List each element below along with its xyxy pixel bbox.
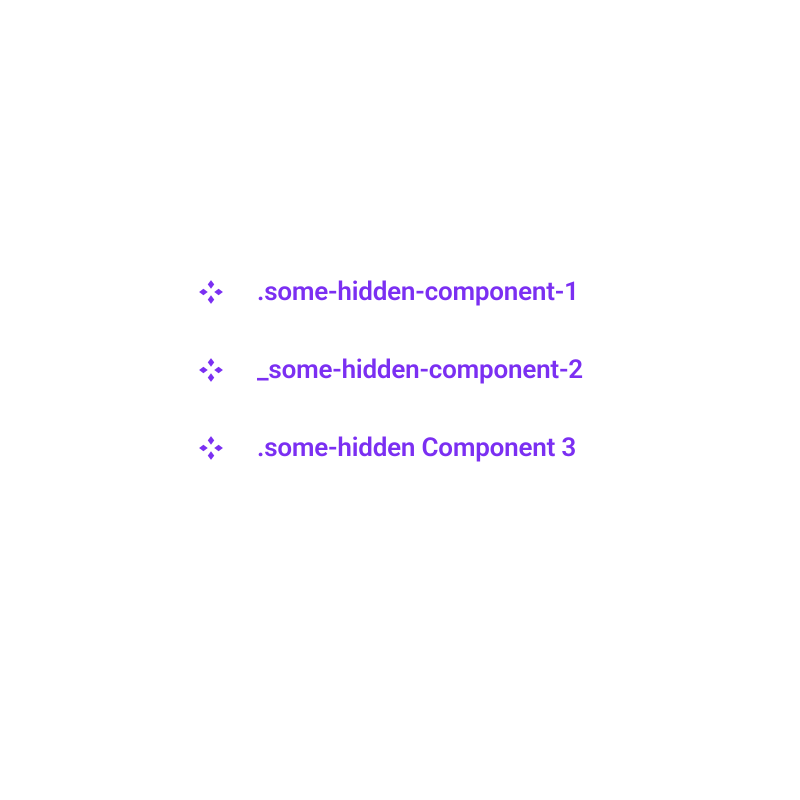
component-label: .some-hidden Component 3 bbox=[257, 433, 576, 463]
diamond-cluster-icon bbox=[197, 434, 225, 462]
component-item[interactable]: .some-hidden-component-1 bbox=[197, 277, 583, 307]
component-list: .some-hidden-component-1 _some-hidden-co… bbox=[197, 277, 583, 463]
diamond-cluster-icon bbox=[197, 278, 225, 306]
diamond-cluster-icon bbox=[197, 356, 225, 384]
component-label: .some-hidden-component-1 bbox=[257, 277, 579, 307]
component-item[interactable]: _some-hidden-component-2 bbox=[197, 355, 583, 385]
component-item[interactable]: .some-hidden Component 3 bbox=[197, 433, 583, 463]
component-label: _some-hidden-component-2 bbox=[257, 355, 583, 385]
